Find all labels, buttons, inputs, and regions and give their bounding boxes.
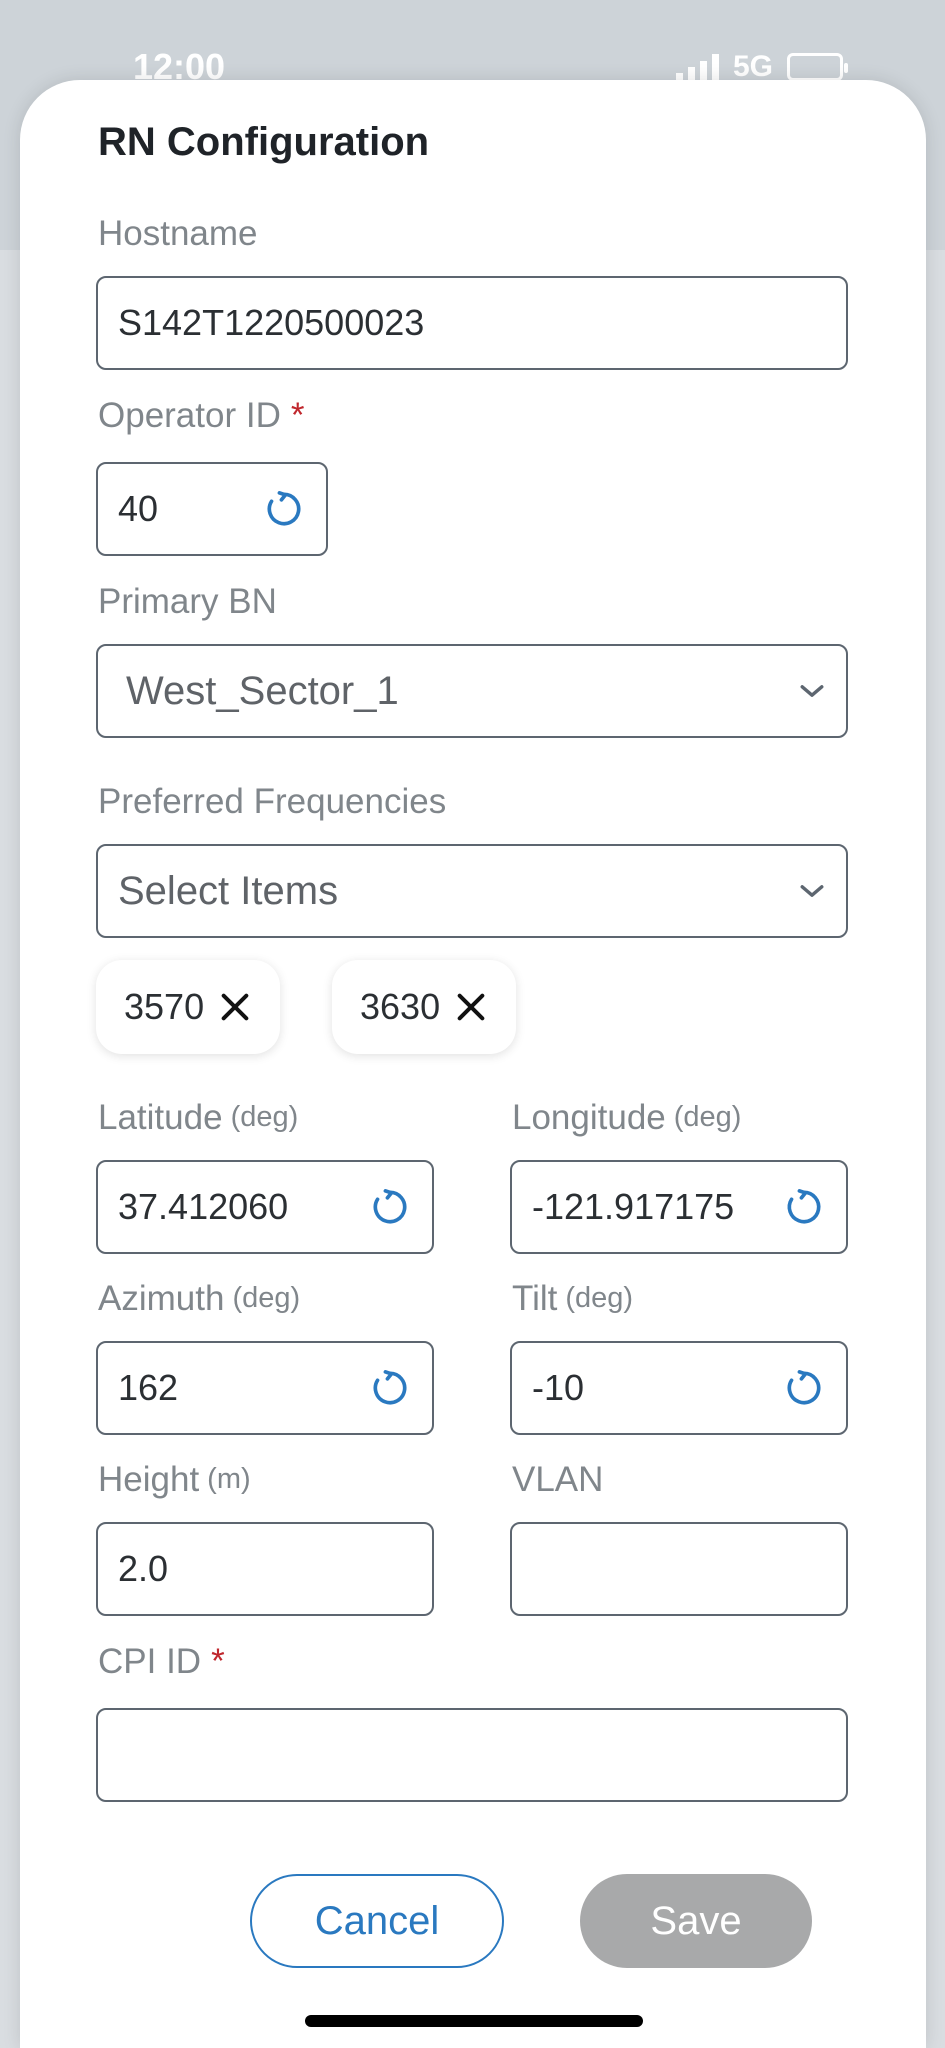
longitude-field[interactable]: -121.917175 xyxy=(510,1160,848,1254)
save-button[interactable]: Save xyxy=(580,1874,812,1968)
height-field[interactable]: 2.0 xyxy=(96,1522,434,1616)
longitude-value: -121.917175 xyxy=(532,1186,735,1227)
cpi-id-label: CPI ID * xyxy=(98,1642,225,1681)
chevron-down-icon xyxy=(800,685,824,697)
page-title: RN Configuration xyxy=(98,120,430,164)
vlan-field[interactable] xyxy=(510,1522,848,1616)
operator-id-field[interactable]: 40 xyxy=(96,462,328,556)
battery-icon xyxy=(787,53,849,81)
frequency-chip-3570: 3570 xyxy=(96,960,281,1054)
height-label: Height (m) xyxy=(98,1460,251,1499)
preferred-frequencies-select[interactable]: Select Items xyxy=(96,844,848,938)
latitude-field[interactable]: 37.412060 xyxy=(96,1160,434,1254)
close-icon[interactable] xyxy=(218,990,252,1024)
refresh-icon[interactable] xyxy=(368,1366,412,1410)
cpi-id-field[interactable] xyxy=(96,1708,848,1802)
required-marker: * xyxy=(290,396,305,435)
operator-id-label: Operator ID * xyxy=(98,396,305,435)
chevron-down-icon xyxy=(800,885,824,897)
refresh-icon[interactable] xyxy=(782,1185,826,1229)
azimuth-value: 162 xyxy=(118,1367,179,1408)
longitude-label: Longitude (deg) xyxy=(512,1098,742,1137)
tilt-label: Tilt (deg) xyxy=(512,1279,634,1318)
network-label: 5G xyxy=(733,50,774,83)
frequency-chip-label: 3630 xyxy=(360,986,441,1027)
latitude-label: Latitude (deg) xyxy=(98,1098,299,1137)
azimuth-field[interactable]: 162 xyxy=(96,1341,434,1435)
refresh-icon[interactable] xyxy=(368,1185,412,1229)
tilt-field[interactable]: -10 xyxy=(510,1341,848,1435)
primary-bn-value: West_Sector_1 xyxy=(126,668,399,713)
required-marker: * xyxy=(211,1642,225,1681)
cancel-button[interactable]: Cancel xyxy=(250,1874,504,1968)
vlan-label: VLAN xyxy=(512,1460,604,1499)
home-indicator[interactable] xyxy=(305,2015,643,2027)
refresh-icon[interactable] xyxy=(262,487,306,531)
hostname-field[interactable]: S142T1220500023 xyxy=(96,276,848,370)
frequency-chip-label: 3570 xyxy=(124,986,205,1027)
status-indicators: 5G xyxy=(676,50,849,84)
primary-bn-label: Primary BN xyxy=(98,582,277,621)
refresh-icon[interactable] xyxy=(782,1366,826,1410)
close-icon[interactable] xyxy=(454,990,488,1024)
hostname-label: Hostname xyxy=(98,214,258,253)
signal-icon xyxy=(676,53,719,81)
hostname-value: S142T1220500023 xyxy=(118,302,425,343)
preferred-frequencies-label: Preferred Frequencies xyxy=(98,782,447,821)
height-value: 2.0 xyxy=(118,1548,169,1589)
operator-id-value: 40 xyxy=(118,488,159,529)
preferred-frequencies-placeholder: Select Items xyxy=(118,868,339,913)
tilt-value: -10 xyxy=(532,1367,585,1408)
latitude-value: 37.412060 xyxy=(118,1186,289,1227)
frequency-chip-3630: 3630 xyxy=(332,960,517,1054)
configuration-sheet: RN Configuration Hostname S142T122050002… xyxy=(20,80,926,2048)
azimuth-label: Azimuth (deg) xyxy=(98,1279,301,1318)
primary-bn-select[interactable]: West_Sector_1 xyxy=(96,644,848,738)
